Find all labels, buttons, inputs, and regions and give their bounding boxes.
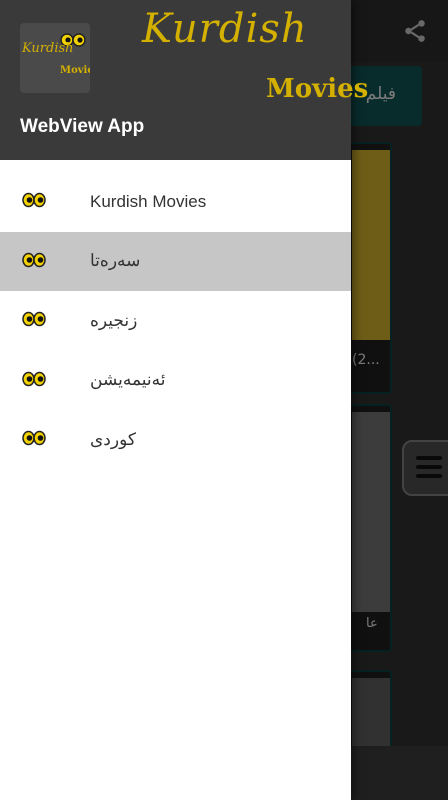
eyes-icon bbox=[22, 311, 46, 327]
eyes-icon bbox=[22, 430, 46, 446]
logo-title-text: Kurdish bbox=[22, 41, 74, 56]
menu-item-home[interactable]: سەرەتا bbox=[0, 231, 351, 291]
menu-item-label: زنجیرە bbox=[90, 310, 138, 330]
menu-item-kurdish-movies[interactable]: Kurdish Movies bbox=[0, 172, 351, 232]
app-logo-small: Kurdish Movies bbox=[20, 23, 90, 93]
menu-item-label: Kurdish Movies bbox=[90, 191, 207, 211]
eyes-icon bbox=[22, 252, 46, 267]
menu-item-label: کوردی bbox=[90, 429, 136, 449]
drawer-menu-list: Kurdish Movies سەرەتا زنجیرە ئەنیمەیشن ک… bbox=[0, 172, 351, 470]
logo-subtitle-text: Movies bbox=[60, 65, 90, 76]
menu-item-series[interactable]: زنجیرە bbox=[0, 291, 351, 351]
banner-subtitle-text: Movies bbox=[266, 74, 369, 104]
eyes-icon bbox=[22, 371, 46, 386]
app-logo-banner: Kurdish Movies bbox=[142, 0, 368, 110]
menu-item-animation[interactable]: ئەنیمەیشن bbox=[0, 351, 351, 411]
menu-item-label: ئەنیمەیشن bbox=[90, 370, 166, 390]
menu-item-kurdish[interactable]: کوردی bbox=[0, 410, 351, 470]
drawer-header-title: WebView App bbox=[20, 116, 145, 137]
eyes-icon bbox=[22, 192, 46, 208]
menu-item-label: سەرەتا bbox=[90, 251, 141, 271]
banner-title-text: Kurdish bbox=[142, 6, 308, 52]
navigation-drawer: Kurdish Movies Kurdish Movies WebView Ap… bbox=[0, 0, 368, 800]
drawer-header: Kurdish Movies Kurdish Movies WebView Ap… bbox=[0, 0, 368, 160]
